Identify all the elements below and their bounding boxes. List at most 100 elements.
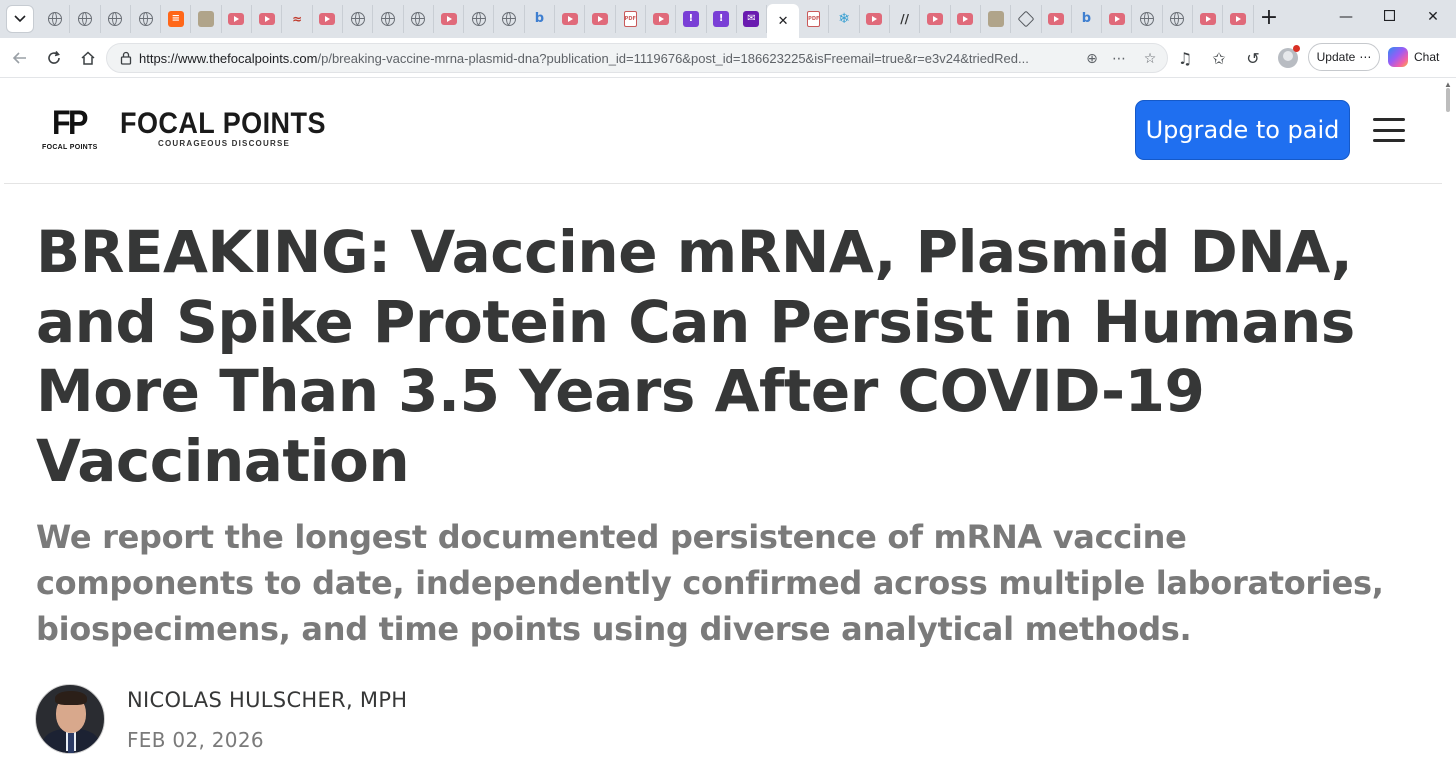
- url-path: /p/breaking-vaccine-mrna-plasmid-dna?pub…: [317, 51, 1029, 66]
- browser-tab[interactable]: [1193, 5, 1224, 33]
- yahoo-icon: !: [682, 11, 699, 27]
- youtube-icon: [957, 13, 974, 25]
- site-wordmark[interactable]: FOCAL POINTS COURAGEOUS DISCOURSE: [120, 107, 349, 149]
- browser-tab[interactable]: [343, 5, 374, 33]
- snowflake-icon: ❄: [838, 11, 850, 27]
- browser-tab[interactable]: PDF: [799, 5, 830, 33]
- history-icon[interactable]: ↺: [1243, 48, 1263, 68]
- site-logo[interactable]: FP FOCAL POINTS: [40, 106, 100, 154]
- browser-toolbar: https://www.thefocalpoints.com/p/breakin…: [0, 38, 1456, 78]
- browser-tab[interactable]: [70, 5, 101, 33]
- youtube-icon: [561, 13, 578, 25]
- browser-tab[interactable]: [131, 5, 162, 33]
- youtube-icon: [258, 13, 275, 25]
- globe-icon: [1140, 12, 1155, 26]
- youtube-icon: [1108, 13, 1125, 25]
- site-name: FOCAL POINTS: [120, 107, 326, 140]
- tab-actions-menu-button[interactable]: [6, 5, 34, 33]
- page-actions-icon[interactable]: ⋯: [1110, 50, 1128, 68]
- menu-line: [1373, 118, 1405, 121]
- browser-tab[interactable]: [373, 5, 404, 33]
- globe-icon: [108, 12, 123, 26]
- browser-tab[interactable]: [981, 5, 1012, 33]
- address-bar[interactable]: https://www.thefocalpoints.com/p/breakin…: [106, 43, 1168, 73]
- logo-monogram-caption: FOCAL POINTS: [42, 144, 98, 151]
- avatar-tie: [68, 733, 74, 753]
- zoom-icon[interactable]: ⊕: [1083, 50, 1101, 68]
- browser-tab[interactable]: [464, 5, 495, 33]
- youtube-icon: [228, 13, 245, 25]
- browser-tab[interactable]: [646, 5, 677, 33]
- browser-tab[interactable]: [434, 5, 465, 33]
- maximize-button[interactable]: [1379, 9, 1399, 25]
- browser-tab[interactable]: [1163, 5, 1193, 33]
- pdf-icon: PDF: [807, 11, 821, 27]
- browser-tab[interactable]: !: [676, 5, 707, 33]
- browser-tab[interactable]: //: [890, 5, 921, 33]
- browser-tab[interactable]: [585, 5, 616, 33]
- youtube-icon: [866, 13, 883, 25]
- browser-tab[interactable]: b: [1072, 5, 1103, 33]
- browser-tab[interactable]: [555, 5, 586, 33]
- browser-tab[interactable]: [920, 5, 951, 33]
- web-page: FP FOCAL POINTS FOCAL POINTS COURAGEOUS …: [4, 78, 1442, 774]
- browser-tab[interactable]: [1102, 5, 1133, 33]
- url-text[interactable]: https://www.thefocalpoints.com/p/breakin…: [139, 51, 1079, 66]
- browser-tab[interactable]: ❄: [829, 5, 860, 33]
- update-button[interactable]: Update ⋯: [1308, 43, 1380, 71]
- author-avatar[interactable]: [35, 684, 105, 754]
- tab-active[interactable]: ✕: [767, 4, 800, 38]
- browser-tab[interactable]: [40, 5, 71, 33]
- home-button[interactable]: [78, 48, 98, 68]
- browser-tab[interactable]: [860, 5, 891, 33]
- yahoo-icon: !: [713, 11, 730, 27]
- site-tagline: COURAGEOUS DISCOURSE: [158, 139, 291, 148]
- browser-tab[interactable]: [494, 5, 525, 33]
- browser-tab[interactable]: [252, 5, 283, 33]
- menu-line: [1373, 128, 1405, 132]
- profile-notification-dot: [1293, 45, 1300, 52]
- browser-tab[interactable]: [222, 5, 253, 33]
- minimize-button[interactable]: —: [1336, 9, 1356, 25]
- browser-tab[interactable]: [1011, 5, 1042, 33]
- refresh-button[interactable]: [44, 48, 64, 68]
- tab-strip: ≡ ≈ b PDF!! ✉ ✕ PDF ❄ // b + — ✕: [0, 0, 1456, 38]
- browser-tab[interactable]: [1042, 5, 1072, 33]
- globe-icon: [471, 12, 486, 26]
- youtube-icon: [652, 13, 669, 25]
- copilot-chat-button[interactable]: Chat: [1388, 43, 1452, 71]
- browser-tab[interactable]: ✉: [737, 5, 768, 33]
- more-icon: ⋯: [1359, 50, 1372, 64]
- favorites-icon[interactable]: ✩: [1209, 48, 1229, 68]
- scrollbar-thumb[interactable]: [1446, 88, 1450, 112]
- favorite-star-icon[interactable]: ☆: [1141, 50, 1159, 68]
- browser-tab[interactable]: [951, 5, 981, 33]
- tab-list: ≡ ≈ b PDF!! ✉ ✕ PDF ❄ // b: [40, 4, 1254, 38]
- browser-tab[interactable]: [101, 5, 131, 33]
- browser-tab[interactable]: !: [707, 5, 737, 33]
- page-scrollbar[interactable]: [1442, 78, 1456, 774]
- close-window-button[interactable]: ✕: [1423, 9, 1443, 25]
- diamond-icon: [1017, 10, 1035, 28]
- url-host: https://www.thefocalpoints.com: [139, 51, 318, 66]
- globe-icon: [350, 12, 365, 26]
- upgrade-to-paid-button[interactable]: Upgrade to paid: [1135, 100, 1350, 160]
- browser-tab[interactable]: PDF: [616, 5, 646, 33]
- new-tab-button[interactable]: +: [1258, 7, 1280, 30]
- browser-tab[interactable]: [1223, 5, 1254, 33]
- author-name-link[interactable]: NICOLAS HULSCHER, MPH: [127, 688, 407, 712]
- read-aloud-icon[interactable]: ♫: [1175, 48, 1195, 68]
- browser-tab[interactable]: b: [525, 5, 556, 33]
- youtube-icon: [591, 13, 608, 25]
- browser-tab[interactable]: ≡: [161, 5, 192, 33]
- menu-icon[interactable]: [1373, 118, 1405, 142]
- browser-tab[interactable]: [313, 5, 343, 33]
- byline: NICOLAS HULSCHER, MPH FEB 02, 2026: [35, 684, 635, 764]
- youtube-icon: [926, 13, 943, 25]
- close-tab-icon[interactable]: ✕: [778, 14, 789, 29]
- browser-tab[interactable]: ≈: [282, 5, 313, 33]
- browser-tab[interactable]: [404, 5, 434, 33]
- browser-tab[interactable]: [1132, 5, 1163, 33]
- back-button[interactable]: [10, 48, 30, 68]
- browser-tab[interactable]: [191, 5, 222, 33]
